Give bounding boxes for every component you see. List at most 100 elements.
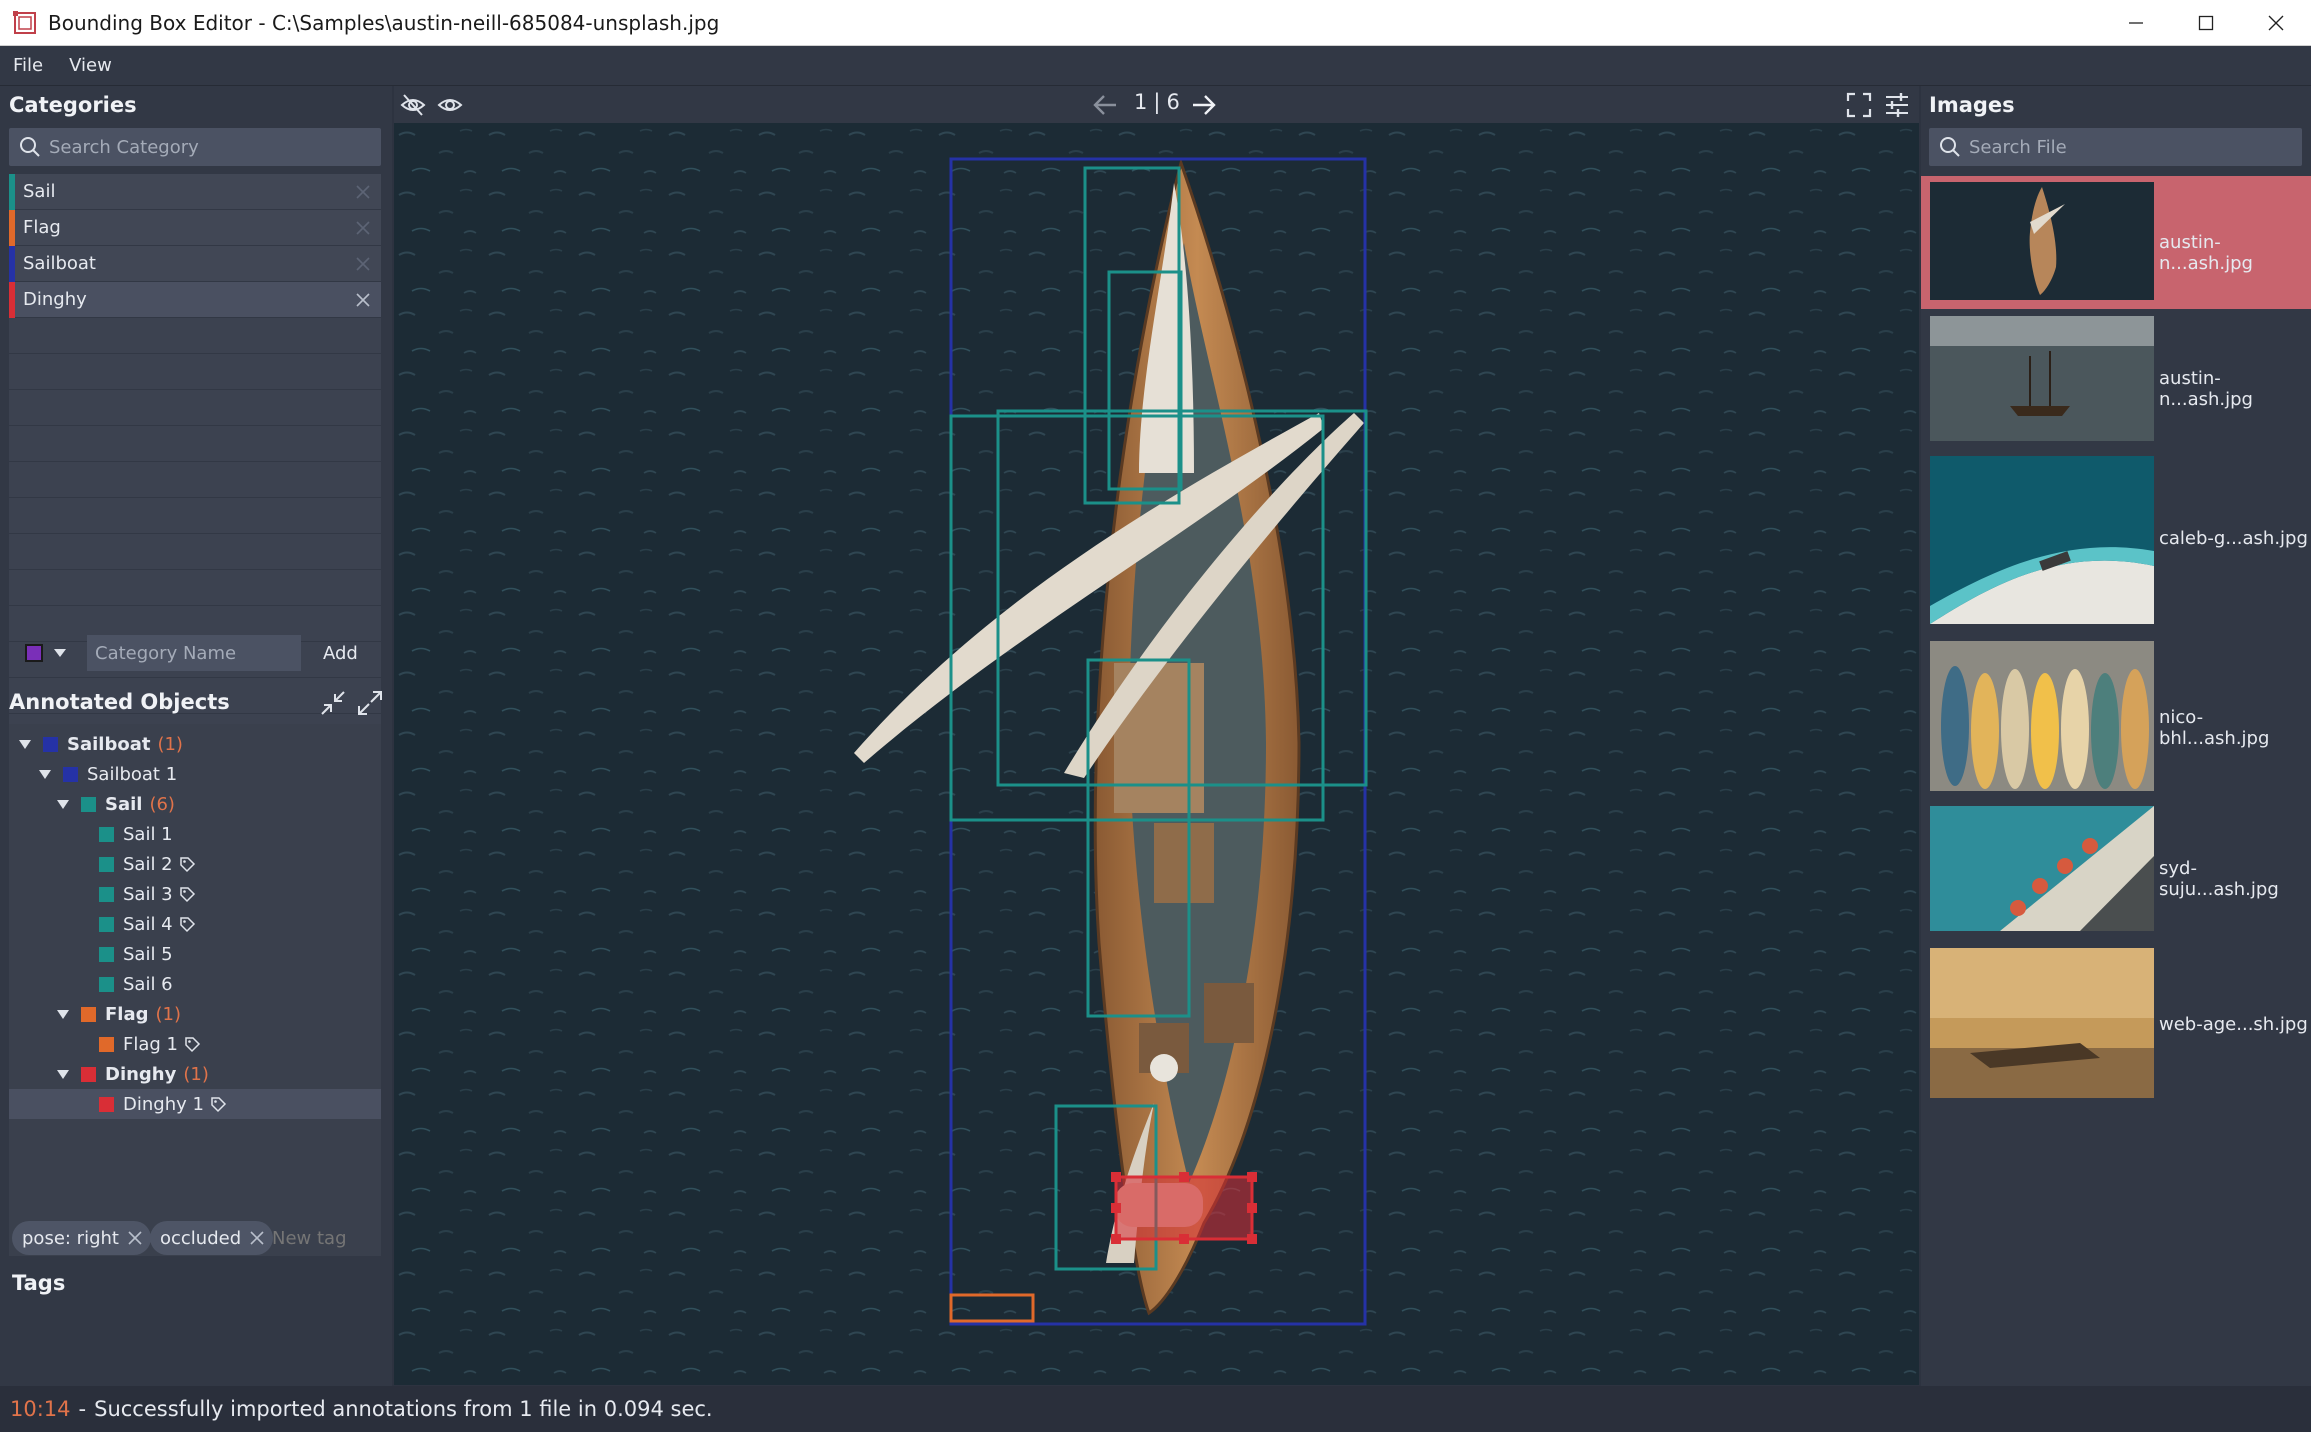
search-icon <box>20 137 40 157</box>
category-color-square <box>81 1006 96 1022</box>
object-color-square <box>99 916 114 932</box>
new-tag-input[interactable] <box>272 1221 382 1255</box>
annotated-objects-title: Annotated Objects <box>9 690 230 714</box>
tag-icon <box>185 1036 201 1052</box>
tree-item-dinghy-category[interactable]: Dinghy (1) <box>9 1059 381 1089</box>
tag-chip-pose-right[interactable]: pose: right <box>12 1221 151 1255</box>
tree-item-label: Sail 1 <box>123 823 173 845</box>
empty-list-row <box>9 318 381 354</box>
tree-item-sail-category[interactable]: Sail (6) <box>9 789 381 819</box>
tree-item-sail-2[interactable]: Sail 2 <box>9 849 381 879</box>
expand-triangle-icon[interactable] <box>56 797 70 811</box>
empty-list-row <box>9 390 381 426</box>
tree-item-sail-4[interactable]: Sail 4 <box>9 909 381 939</box>
delete-category-icon[interactable] <box>355 220 371 236</box>
image-list-item-6[interactable]: web-age...sh.jpg <box>1921 948 2311 1100</box>
image-list-item-3[interactable]: caleb-g...ash.jpg <box>1921 456 2311 626</box>
delete-category-icon[interactable] <box>355 184 371 200</box>
expand-triangle-icon[interactable] <box>18 737 32 751</box>
current-image-index: 1 <box>1134 90 1148 114</box>
tag-chip-occluded[interactable]: occluded <box>150 1221 274 1255</box>
tag-chip-label: occluded <box>160 1227 242 1249</box>
category-item-sail[interactable]: Sail <box>9 173 381 210</box>
tree-item-flag-category[interactable]: Flag (1) <box>9 999 381 1029</box>
search-icon <box>1940 137 1960 157</box>
window-title: Bounding Box Editor - C:\Samples\austin-… <box>48 10 720 35</box>
object-color-square <box>99 1036 114 1052</box>
file-search-input[interactable] <box>1969 136 2269 158</box>
category-item-dinghy[interactable]: Dinghy <box>9 281 381 318</box>
tree-item-label: Flag <box>105 1003 149 1025</box>
show-all-icon[interactable] <box>437 92 463 118</box>
object-color-square <box>99 826 114 842</box>
expand-triangle-icon[interactable] <box>38 767 52 781</box>
category-search-input[interactable] <box>49 136 349 158</box>
close-window-button[interactable] <box>2241 0 2311 46</box>
tree-item-dinghy-1[interactable]: Dinghy 1 <box>9 1089 381 1119</box>
remove-tag-icon[interactable] <box>249 1230 265 1246</box>
image-list-item-4[interactable]: nico-bhl...ash.jpg <box>1921 641 2311 793</box>
expand-triangle-icon[interactable] <box>56 1007 70 1021</box>
tree-item-sail-3[interactable]: Sail 3 <box>9 879 381 909</box>
image-list-item-2[interactable]: austin-n...ash.jpg <box>1921 316 2311 444</box>
tree-item-count: (1) <box>183 1063 209 1085</box>
annotated-objects-tree: Sailboat (1) Sailboat 1 Sail (6) Sail 1 <box>9 724 381 1256</box>
editor-toolbar: 1 | 6 <box>394 86 1919 123</box>
status-time: 10:14 <box>10 1397 71 1421</box>
bbox-dinghy-1[interactable] <box>1114 1175 1254 1241</box>
image-canvas[interactable] <box>394 123 1919 1385</box>
tree-item-label: Sail <box>105 793 143 815</box>
tree-item-sailboat-category[interactable]: Sailboat (1) <box>9 729 381 759</box>
category-item-sailboat[interactable]: Sailboat <box>9 245 381 282</box>
tree-item-count: (1) <box>157 733 183 755</box>
app-window: Bounding Box Editor - C:\Samples\austin-… <box>0 0 2311 1432</box>
tree-item-label: Dinghy 1 <box>123 1093 204 1115</box>
close-icon <box>2268 15 2284 31</box>
category-color-square <box>81 796 96 812</box>
empty-list-row <box>9 534 381 570</box>
minimize-button[interactable] <box>2101 0 2171 46</box>
file-search-box <box>1929 128 2302 166</box>
delete-category-icon[interactable] <box>355 256 371 272</box>
category-color-square <box>43 736 58 752</box>
expand-all-icon[interactable] <box>357 690 383 716</box>
image-counter: 1 | 6 <box>1134 90 1180 114</box>
category-label: Sailboat <box>23 253 96 274</box>
previous-image-icon[interactable] <box>1091 91 1119 119</box>
image-file-name: web-age...sh.jpg <box>2159 1014 2308 1035</box>
tree-item-sailboat-1[interactable]: Sailboat 1 <box>9 759 381 789</box>
hide-all-icon[interactable] <box>400 92 426 118</box>
expand-triangle-icon[interactable] <box>56 1067 70 1081</box>
chevron-down-icon[interactable] <box>53 648 67 658</box>
maximize-button[interactable] <box>2171 0 2241 46</box>
tree-item-sail-6[interactable]: Sail 6 <box>9 969 381 999</box>
tree-item-label: Sail 2 <box>123 853 173 875</box>
image-file-name: nico-bhl...ash.jpg <box>2159 707 2270 749</box>
menu-view[interactable]: View <box>56 55 125 76</box>
image-file-name: caleb-g...ash.jpg <box>2159 528 2308 549</box>
image-file-name: austin-n...ash.jpg <box>2159 232 2253 274</box>
tree-item-sail-5[interactable]: Sail 5 <box>9 939 381 969</box>
image-thumbnail <box>1930 641 2154 791</box>
collapse-all-icon[interactable] <box>320 690 346 716</box>
add-category-button[interactable]: Add <box>323 643 358 664</box>
object-color-square <box>99 976 114 992</box>
category-color-picker[interactable] <box>25 644 43 662</box>
tree-item-sail-1[interactable]: Sail 1 <box>9 819 381 849</box>
annotated-image <box>394 123 1919 1385</box>
delete-category-icon[interactable] <box>355 292 371 308</box>
tree-item-label: Sail 4 <box>123 913 173 935</box>
empty-list-row <box>9 462 381 498</box>
category-name-input[interactable] <box>87 635 301 671</box>
category-item-flag[interactable]: Flag <box>9 209 381 246</box>
image-list-item-1[interactable]: austin-n...ash.jpg <box>1921 176 2311 309</box>
empty-list-row <box>9 426 381 462</box>
image-list-item-5[interactable]: syd-suju...ash.jpg <box>1921 806 2311 934</box>
tag-icon <box>179 916 195 932</box>
remove-tag-icon[interactable] <box>127 1230 143 1246</box>
menu-file[interactable]: File <box>0 55 56 76</box>
fit-to-window-icon[interactable] <box>1846 92 1872 118</box>
image-settings-icon[interactable] <box>1884 92 1910 118</box>
tree-item-flag-1[interactable]: Flag 1 <box>9 1029 381 1059</box>
next-image-icon[interactable] <box>1190 91 1218 119</box>
